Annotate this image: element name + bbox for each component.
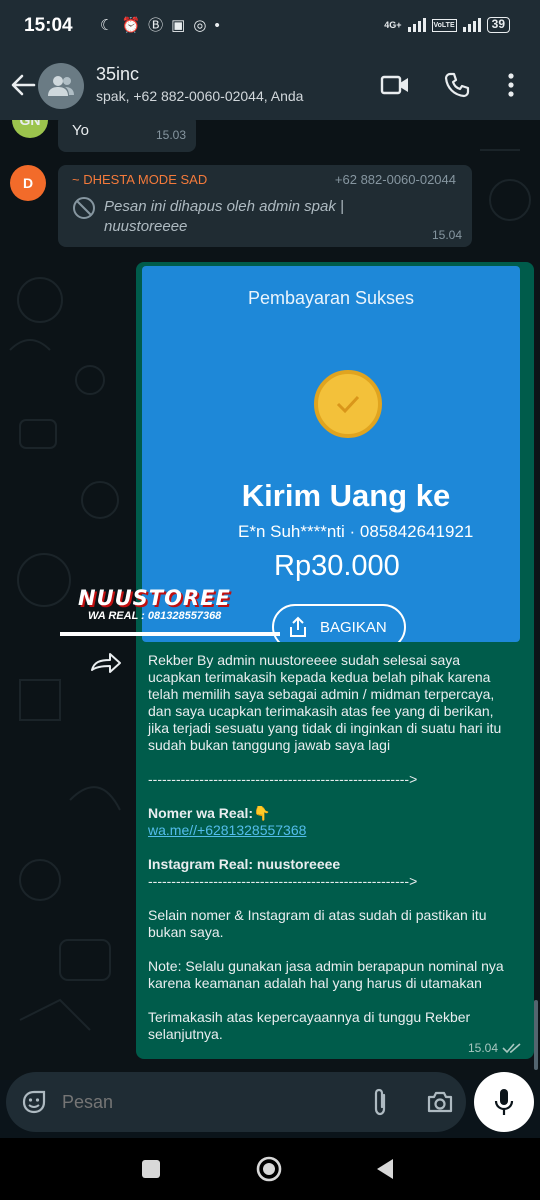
caption-paragraph: Rekber By admin nuustoreeee sudah selesa…	[148, 652, 502, 753]
group-avatar[interactable]	[38, 63, 84, 109]
nav-back-button[interactable]	[370, 1154, 400, 1184]
store-logo-name: NUUSTOREE	[78, 586, 231, 610]
sender-phone: +62 882-0060-02044	[334, 172, 456, 187]
nav-back-icon	[377, 1159, 393, 1179]
nav-recents-icon	[142, 1160, 160, 1178]
video-call-icon	[380, 75, 408, 95]
sender-name[interactable]: ~ DHESTA MODE SAD	[72, 172, 207, 187]
payment-heading: Kirim Uang ke	[241, 478, 451, 513]
phone-call-icon	[444, 72, 470, 98]
wa-label: Nomer wa Real:	[148, 805, 254, 821]
status-notification-icons: ☾ ⏰ Ⓑ ▣ ◎ •	[100, 17, 220, 35]
video-call-button[interactable]	[378, 68, 412, 102]
forward-icon	[91, 653, 121, 673]
signal-2-icon	[462, 18, 481, 32]
system-navigation-bar	[0, 1138, 540, 1200]
chat-header: 35inc spak, +62 882-0060-02044, Anda	[0, 52, 540, 120]
nav-home-button[interactable]	[254, 1154, 284, 1184]
group-avatar-icon	[48, 76, 74, 96]
voice-call-button[interactable]	[440, 68, 474, 102]
message-time: 15.04	[467, 1041, 498, 1055]
deleted-message-text: Pesan ini dihapus oleh admin spak | nuus…	[104, 198, 344, 235]
dot-icon: •	[214, 17, 220, 34]
sticker-icon	[22, 1090, 46, 1114]
avatar-initials: GN	[19, 120, 41, 128]
caption-divider: ----------------------------------------…	[148, 771, 418, 787]
back-button[interactable]	[8, 68, 38, 102]
avatar-initials: D	[22, 175, 34, 191]
instagram-label: Instagram Real: nuustoreeee	[148, 856, 341, 872]
chat-title[interactable]: 35inc	[96, 64, 139, 85]
message-input-bar[interactable]	[6, 1072, 466, 1132]
mic-icon	[494, 1089, 514, 1115]
sender-avatar[interactable]: D	[10, 165, 46, 201]
share-label: BAGIKAN	[320, 618, 387, 636]
alarm-icon: ⏰	[121, 17, 141, 34]
forward-button[interactable]	[88, 650, 124, 676]
b-circle-icon: Ⓑ	[148, 17, 164, 34]
back-arrow-icon	[11, 74, 36, 96]
incoming-message[interactable]: Yo 15.03	[58, 120, 196, 152]
caption-divider: ----------------------------------------…	[148, 873, 418, 889]
outgoing-time: 15.04	[468, 1041, 522, 1055]
caption-paragraph: Selain nomer & Instagram di atas sudah d…	[148, 907, 487, 940]
check-circle-icon	[314, 370, 382, 438]
message-input[interactable]	[62, 1086, 342, 1118]
sticker-button[interactable]	[18, 1086, 50, 1118]
battery-icon: 39	[486, 17, 510, 33]
double-check-icon	[502, 1043, 521, 1054]
share-icon	[290, 616, 306, 637]
status-time: 15:04	[24, 15, 73, 36]
chat-area[interactable]: GN Yo 15.03 D ~ DHESTA MODE SAD +62 882-…	[0, 120, 540, 1080]
message-caption: Rekber By admin nuustoreeee sudah selesa…	[148, 652, 510, 1043]
attach-icon	[374, 1088, 386, 1116]
store-logo-overlay: NUUSTOREE WA REAL : 081328557368	[78, 586, 278, 626]
instagram-icon: ◎	[193, 17, 207, 34]
status-system-icons: 4G+ VoLTE 39	[384, 17, 510, 33]
network-type-label: 4G+	[384, 19, 402, 30]
app-notification-icon: ▣	[171, 17, 186, 34]
mic-button[interactable]	[474, 1072, 534, 1132]
payment-title: Pembayaran Sukses	[247, 288, 415, 308]
caption-paragraph: Note: Selalu gunakan jasa admin berapapu…	[148, 958, 504, 991]
scrollbar-thumb[interactable]	[534, 1000, 538, 1070]
volte-icon: VoLTE	[431, 18, 457, 32]
chat-subtitle[interactable]: spak, +62 882-0060-02044, Anda	[96, 88, 356, 104]
status-bar: 15:04 ☾ ⏰ Ⓑ ▣ ◎ • 4G+ VoLTE 39	[0, 0, 540, 52]
attach-button[interactable]	[364, 1086, 396, 1118]
outgoing-message[interactable]: Pembayaran Sukses Kirim Uang ke E*n Suh*…	[60, 262, 534, 1059]
moon-icon: ☾	[100, 17, 114, 34]
payment-recipient: E*n Suh****nti · 085842641921	[238, 522, 474, 541]
wa-link[interactable]: wa.me//+6281328557368	[148, 822, 306, 838]
payment-amount: Rp30.000	[274, 550, 400, 582]
pointing-down-emoji: 👇	[253, 805, 271, 821]
camera-button[interactable]	[424, 1086, 456, 1118]
nav-recents-button[interactable]	[136, 1154, 166, 1184]
camera-icon	[427, 1091, 453, 1113]
incoming-message-deleted[interactable]: ~ DHESTA MODE SAD +62 882-0060-02044 Pes…	[58, 165, 472, 247]
caption-paragraph: Terimakasih atas kepercayaannya di tungg…	[148, 1009, 471, 1042]
share-button: BAGIKAN	[272, 604, 406, 642]
more-vert-icon	[508, 73, 514, 97]
logo-underline	[60, 632, 280, 636]
message-time: 15.04	[431, 228, 462, 242]
more-options-button[interactable]	[494, 68, 528, 102]
message-time: 15.03	[155, 128, 186, 142]
store-logo-contact: WA REAL : 081328557368	[88, 610, 222, 622]
message-text: Yo	[72, 122, 89, 139]
nav-home-icon	[256, 1156, 282, 1182]
wa-label-line: Nomer wa Real:👇	[148, 805, 510, 822]
block-icon	[73, 197, 95, 219]
signal-icon	[407, 18, 426, 32]
